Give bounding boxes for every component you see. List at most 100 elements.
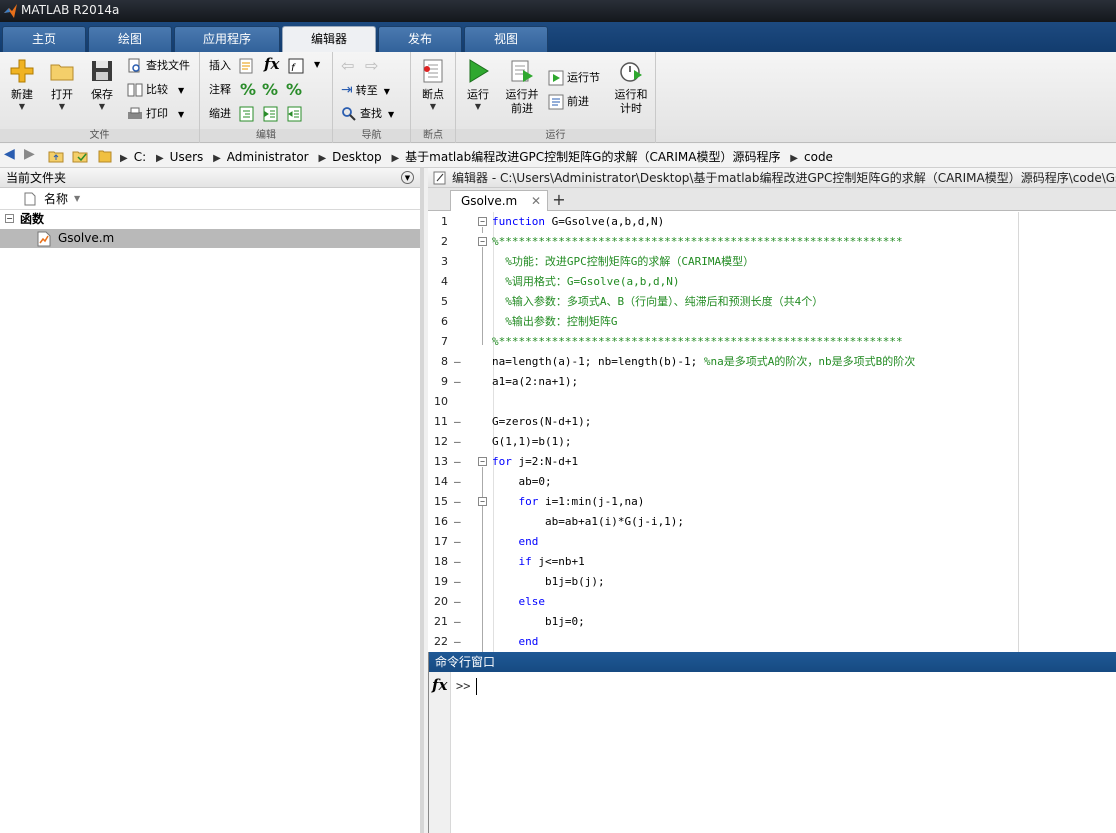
find-button[interactable]: 查找 ▼: [341, 104, 394, 124]
code-line[interactable]: 21– b1j=0;: [428, 612, 1116, 632]
comment-button[interactable]: 注释: [209, 80, 231, 100]
code-line[interactable]: 17– end: [428, 532, 1116, 552]
breakpoint-marker[interactable]: –: [454, 372, 464, 392]
save-button[interactable]: 保存 ▼: [80, 58, 124, 124]
breakpoint-marker[interactable]: –: [454, 432, 464, 452]
breakpoint-marker[interactable]: –: [454, 612, 464, 632]
compare-button[interactable]: 比较 ▼: [127, 80, 184, 100]
breakpoint-marker[interactable]: –: [454, 532, 464, 552]
fold-toggle-icon[interactable]: −: [478, 497, 487, 506]
fold-toggle-icon[interactable]: −: [478, 237, 487, 246]
tab-apps[interactable]: 应用程序: [174, 26, 280, 52]
insert-section-icon[interactable]: [238, 57, 256, 75]
breakpoint-marker[interactable]: –: [454, 412, 464, 432]
print-button[interactable]: 打印 ▼: [127, 104, 184, 124]
code-line[interactable]: 15– − for i=1:min(j-1,na): [428, 492, 1116, 512]
code-line[interactable]: 4 %调用格式：G=Gsolve(a,b,d,N): [428, 272, 1116, 292]
code-line[interactable]: 16– ab=ab+a1(i)*G(j-i,1);: [428, 512, 1116, 532]
fold-toggle-icon[interactable]: −: [478, 457, 487, 466]
back-icon[interactable]: ◀: [4, 146, 15, 162]
breakpoint-marker[interactable]: –: [454, 492, 464, 512]
code-line[interactable]: 7 %**************************************…: [428, 332, 1116, 352]
list-item[interactable]: Gsolve.m: [0, 229, 420, 248]
breakpoint-marker[interactable]: –: [454, 452, 464, 472]
run-section-button[interactable]: 运行节: [548, 68, 600, 88]
new-tab-button[interactable]: +: [548, 191, 570, 211]
command-window: 命令行窗口 fx >>: [428, 652, 1116, 833]
line-number: 16: [434, 515, 448, 528]
breadcrumb-item[interactable]: code: [804, 150, 833, 164]
run-and-advance-button[interactable]: 运行并 前进: [500, 58, 544, 124]
collapse-icon[interactable]: −: [5, 214, 14, 223]
breakpoint-marker[interactable]: –: [454, 592, 464, 612]
insert-fi-icon[interactable]: f: [287, 57, 305, 75]
code-text: end: [518, 635, 539, 648]
breadcrumb-item[interactable]: C:: [134, 150, 146, 164]
code-line[interactable]: 8– na=length(a)-1; nb=length(b)-1; %na是多项…: [428, 352, 1116, 372]
comment-percent-icon[interactable]: %: [240, 80, 258, 99]
code-line[interactable]: 20– else: [428, 592, 1116, 612]
advance-button[interactable]: 前进: [548, 92, 589, 112]
goto-button[interactable]: ⇥ 转至 ▼: [341, 80, 390, 100]
code-line[interactable]: 5 %输入参数：多项式A、B（行向量）、纯滞后和预测长度（共4个）: [428, 292, 1116, 312]
code-line[interactable]: 18– if j<=nb+1: [428, 552, 1116, 572]
code-line[interactable]: 9– a1=a(2:na+1);: [428, 372, 1116, 392]
forward-arrow-icon[interactable]: ⇨: [365, 56, 378, 75]
code-line[interactable]: 1 − function G=Gsolve(a,b,d,N): [428, 212, 1116, 232]
code-line[interactable]: 13– − for j=2:N-d+1: [428, 452, 1116, 472]
code-line[interactable]: 19– b1j=b(j);: [428, 572, 1116, 592]
breakpoint-marker[interactable]: –: [454, 632, 464, 652]
tab-gsolve[interactable]: Gsolve.m ✕: [450, 190, 548, 211]
find-files-button[interactable]: 查找文件: [127, 56, 190, 76]
breadcrumb-item[interactable]: Desktop: [332, 150, 382, 164]
uncomment-percent-icon[interactable]: %: [262, 80, 280, 99]
close-icon[interactable]: ✕: [531, 191, 541, 211]
insert-function-icon[interactable]: fx: [264, 55, 282, 73]
breakpoint-marker[interactable]: –: [454, 512, 464, 532]
tab-view[interactable]: 视图: [464, 26, 548, 52]
open-button[interactable]: 打开 ▼: [40, 58, 84, 124]
new-button[interactable]: 新建 ▼: [0, 58, 44, 124]
panel-actions-icon[interactable]: ▼: [401, 171, 414, 184]
code-line[interactable]: 10: [428, 392, 1116, 412]
forward-icon[interactable]: ▶: [24, 146, 35, 162]
breakpoint-marker[interactable]: –: [454, 472, 464, 492]
code-line[interactable]: 12– G(1,1)=b(1);: [428, 432, 1116, 452]
tab-editor[interactable]: 编辑器: [282, 26, 376, 52]
breadcrumb-item[interactable]: Administrator: [227, 150, 309, 164]
smart-indent-icon[interactable]: [238, 105, 256, 123]
increase-indent-icon[interactable]: [262, 105, 280, 123]
breakpoints-button[interactable]: 断点 ▼: [411, 58, 455, 124]
code-line[interactable]: 6 %输出参数：控制矩阵G: [428, 312, 1116, 332]
run-button[interactable]: 运行 ▼: [456, 58, 500, 124]
column-header-name[interactable]: 名称 ▼: [0, 188, 420, 210]
code-line[interactable]: 14– ab=0;: [428, 472, 1116, 492]
breakpoint-marker[interactable]: –: [454, 572, 464, 592]
breadcrumb-item[interactable]: 基于matlab编程改进GPC控制矩阵G的求解（CARIMA模型）源码程序: [405, 150, 780, 164]
code-line[interactable]: 2 − %*************************************…: [428, 232, 1116, 252]
tab-plots[interactable]: 绘图: [88, 26, 172, 52]
indent-button[interactable]: 缩进: [209, 104, 231, 124]
code-line[interactable]: 22– end: [428, 632, 1116, 652]
up-folder-icon[interactable]: [48, 148, 64, 164]
back-arrow-icon[interactable]: ⇦: [341, 56, 354, 75]
command-window-body[interactable]: fx >>: [429, 672, 1116, 833]
run-and-time-button[interactable]: 运行和 计时: [608, 58, 654, 124]
function-browser-icon[interactable]: fx: [432, 676, 447, 694]
code-area[interactable]: 1− function G=Gsolve(a,b,d,N) 2− %*********…: [428, 212, 1116, 652]
insert-button[interactable]: 插入: [209, 56, 231, 76]
tab-publish[interactable]: 发布: [378, 26, 462, 52]
wrap-comments-icon[interactable]: %: [286, 80, 304, 99]
decrease-indent-icon[interactable]: [286, 105, 304, 123]
tab-home[interactable]: 主页: [2, 26, 86, 52]
fold-toggle-icon[interactable]: −: [478, 217, 487, 226]
breakpoint-marker[interactable]: –: [454, 552, 464, 572]
code-line[interactable]: 3 %功能：改进GPC控制矩阵G的求解（CARIMA模型）: [428, 252, 1116, 272]
ribbon-tab-bar: 主页 绘图 应用程序 编辑器 发布 视图: [0, 22, 1116, 52]
breakpoint-marker[interactable]: –: [454, 352, 464, 372]
browse-folder-icon[interactable]: [72, 148, 88, 164]
code-line[interactable]: 11– G=zeros(N-d+1);: [428, 412, 1116, 432]
breadcrumb-item[interactable]: Users: [170, 150, 204, 164]
group-functions[interactable]: − 函数: [0, 210, 420, 229]
chevron-down-icon[interactable]: ▼: [314, 60, 320, 69]
